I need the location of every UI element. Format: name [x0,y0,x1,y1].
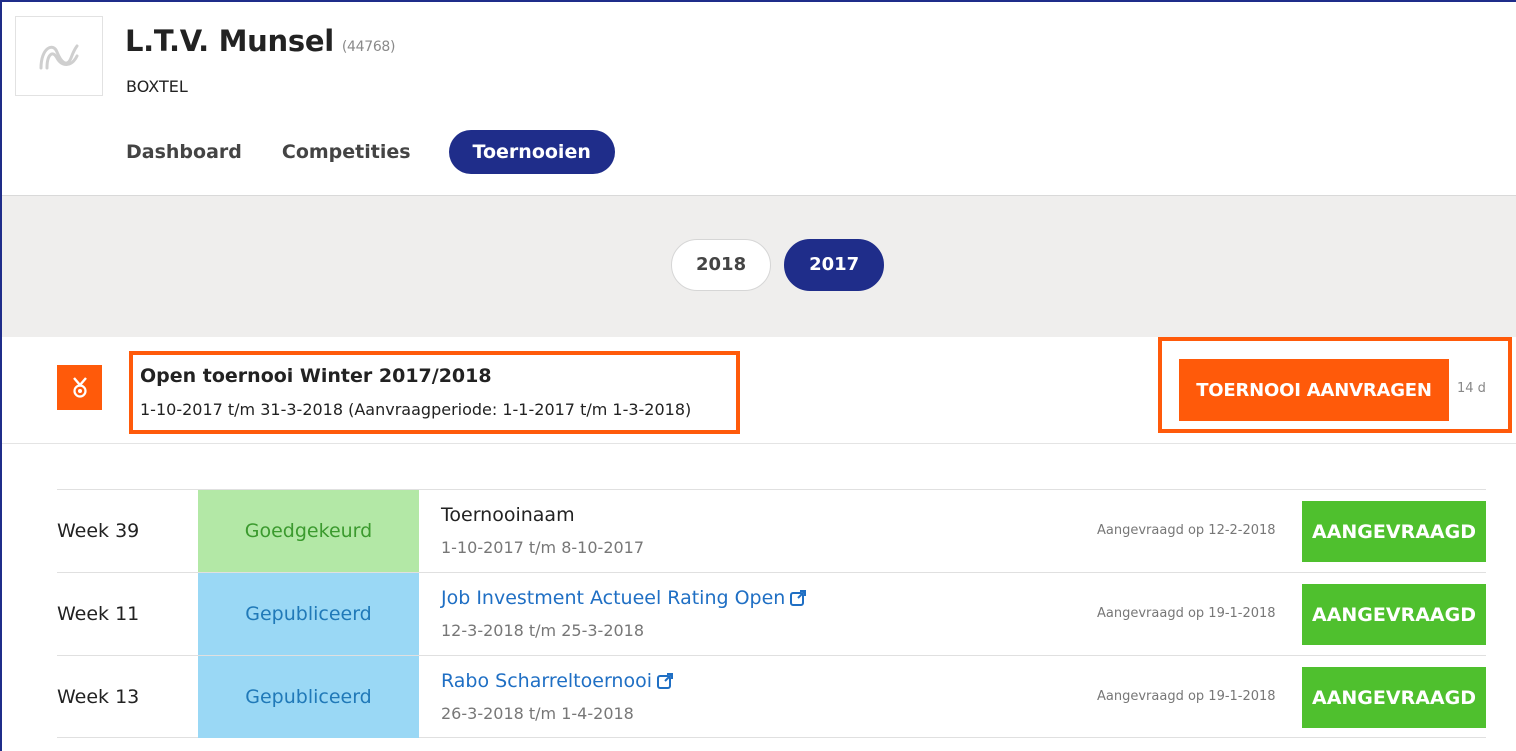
year-2017-button[interactable]: 2017 [784,239,885,291]
requested-date: Aangevraagd op 19-1-2018 [1097,606,1276,621]
requested-button[interactable]: AANGEVRAAGD [1302,584,1486,645]
nav-toernooien[interactable]: Toernooien [448,130,615,174]
requested-button[interactable]: AANGEVRAAGD [1302,501,1486,562]
tournament-name-cell: Rabo Scharreltoernooi [441,670,674,692]
club-name: L.T.V. Munsel [125,24,334,58]
tournament-info-highlight [129,351,740,434]
tournament-name: Job Investment Actueel Rating Open [441,587,786,609]
tournament-title: Open toernooi Winter 2017/2018 [140,365,492,387]
week-cell: Week 11 [57,603,140,625]
requested-date: Aangevraagd op 12-2-2018 [1097,523,1276,538]
request-tournament-button[interactable]: TOERNOOI AANVRAGEN [1179,359,1449,421]
nav-dashboard[interactable]: Dashboard [106,130,262,174]
tournament-name: Rabo Scharreltoernooi [441,670,652,692]
medal-icon [57,365,102,410]
external-link-icon [657,673,673,689]
year-2018-button[interactable]: 2018 [671,239,772,291]
tournament-dates-cell: 26-3-2018 t/m 1-4-2018 [441,704,634,723]
tournament-dates: 1-10-2017 t/m 31-3-2018 (Aanvraagperiode… [140,400,692,419]
status-badge: Gepubliceerd [198,656,419,738]
club-logo [15,16,103,96]
requested-button[interactable]: AANGEVRAAGD [1302,667,1486,728]
nav-competities[interactable]: Competities [262,130,431,174]
wave-logo-icon [39,44,79,70]
year-selector-band: 2018 2017 [2,196,1516,337]
week-cell: Week 13 [57,686,140,708]
status-badge: Goedgekeurd [198,490,419,572]
club-city: BOXTEL [126,77,188,96]
tournament-dates-cell: 1-10-2017 t/m 8-10-2017 [441,538,645,557]
medal-glyph [72,376,87,398]
tournament-name-cell: Job Investment Actueel Rating Open [441,587,807,609]
table-row: Week 13 Gepubliceerd Rabo Scharreltoerno… [57,655,1486,738]
tournament-table: Week 39 Goedgekeurd Toernooinaam 1-10-20… [57,489,1486,738]
tournament-name: Toernooinaam [441,504,575,526]
club-id: (44768) [341,39,396,55]
year-switch: 2018 2017 [671,239,885,291]
table-row: Week 11 Gepubliceerd Job Investment Actu… [57,572,1486,655]
week-cell: Week 39 [57,520,140,542]
main-nav: Dashboard Competities Toernooien [106,130,615,174]
tournament-name-cell: Toernooinaam [441,504,575,526]
requested-date: Aangevraagd op 19-1-2018 [1097,689,1276,704]
days-left-label: 14 d [1457,381,1486,396]
tournament-link[interactable]: Rabo Scharreltoernooi [441,670,674,692]
tournament-link[interactable]: Job Investment Actueel Rating Open [441,587,807,609]
status-badge: Gepubliceerd [198,573,419,655]
tournament-dates-cell: 12-3-2018 t/m 25-3-2018 [441,621,645,640]
table-row: Week 39 Goedgekeurd Toernooinaam 1-10-20… [57,489,1486,572]
external-link-icon [790,590,807,606]
club-header: L.T.V. Munsel (44768) BOXTEL Dashboard C… [2,2,1516,196]
tournament-header: Open toernooi Winter 2017/2018 1-10-2017… [2,337,1516,444]
club-title: L.T.V. Munsel (44768) [125,24,396,58]
